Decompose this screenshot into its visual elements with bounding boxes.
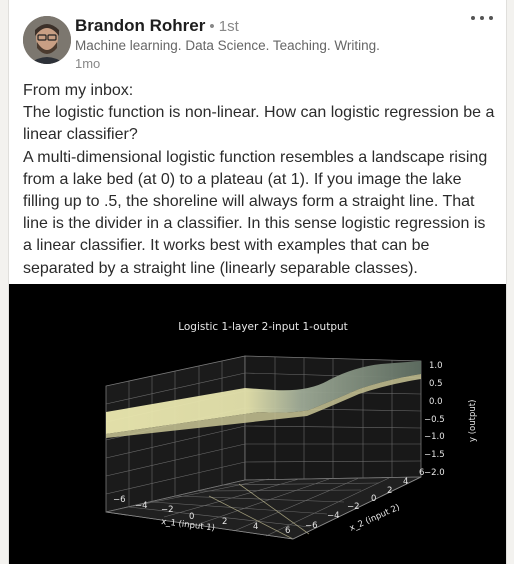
y-tick-label: −6 [305,521,318,531]
x-tick-label: −2 [161,505,174,515]
z-axis: 1.0 0.5 0.0 −0.5 −1.0 −1.5 −2.0 y (outpu… [424,361,478,478]
post-paragraph: The logistic function is non-linear. How… [23,104,495,144]
x-tick-label: −6 [113,495,126,505]
post-paragraph: A multi-dimensional logistic function re… [23,148,488,277]
z-tick-label: −1.5 [424,450,445,460]
post-paragraph: From my inbox: [23,82,134,99]
z-axis-label: y (output) [468,400,478,442]
post-timestamp: 1mo [75,56,101,71]
z-tick-label: 0.5 [429,379,443,389]
avatar[interactable] [23,16,71,64]
post-image[interactable]: Logistic 1-layer 2-input 1-output 1.0 0.… [9,284,506,564]
author-headline: Machine learning. Data Science. Teaching… [75,38,380,53]
z-tick-label: −1.0 [424,432,445,442]
x-tick-label: 4 [253,522,258,532]
dot [480,16,484,20]
y-tick-label: 4 [403,477,408,487]
avatar-photo-icon [23,16,71,64]
author-name[interactable]: Brandon Rohrer [75,16,205,35]
post-header: Brandon Rohrer • 1st Machine learning. Da… [9,0,506,78]
author-line: Brandon Rohrer • 1st [75,16,239,37]
surface-plot: Logistic 1-layer 2-input 1-output 1.0 0.… [105,321,478,540]
figure-title: Logistic 1-layer 2-input 1-output [178,321,348,333]
connection-degree: • 1st [209,18,239,35]
more-horizontal-icon[interactable] [468,8,496,28]
y-tick-label: −2 [347,502,360,512]
dot [489,16,493,20]
y-tick-label: 6 [419,468,424,478]
y-tick-label: 0 [371,494,376,504]
dot [471,16,475,20]
feed-post-card: Brandon Rohrer • 1st Machine learning. Da… [8,0,507,564]
z-tick-label: −2.0 [424,468,445,478]
z-tick-label: −0.5 [424,415,445,425]
z-tick-label: 1.0 [429,361,443,371]
z-tick-label: 0.0 [429,397,443,407]
x-tick-label: 6 [285,526,290,536]
x-tick-label: 2 [222,517,227,527]
y-tick-label: 2 [387,486,392,496]
post-body: From my inbox: The logistic function is … [23,80,495,280]
y-tick-label: −4 [327,511,340,521]
x-tick-label: −4 [135,501,148,511]
